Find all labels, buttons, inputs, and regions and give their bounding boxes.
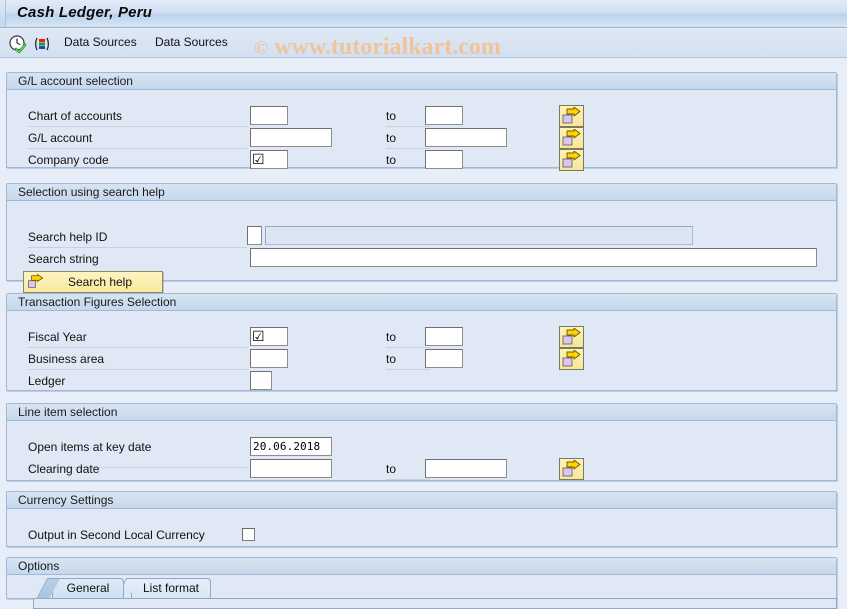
group-options-title: Options [7, 558, 836, 575]
group-currency-settings: Currency Settings Output in Second Local… [6, 491, 837, 547]
input-gl-account-from[interactable] [250, 128, 332, 147]
input-search-help-id[interactable] [247, 226, 262, 245]
group-transaction-figures-selection: Transaction Figures Selection Fiscal Yea… [6, 293, 837, 391]
input-gl-account-to[interactable] [425, 128, 507, 147]
multiple-selection-button-company-code[interactable] [559, 149, 584, 171]
label-clearing-date: Clearing date [28, 462, 100, 476]
group-transaction-figures-selection-body: Fiscal Year ☑ to Business area to Ledger [7, 311, 836, 390]
input-business-area-from[interactable] [250, 349, 288, 368]
input-company-code-to[interactable] [425, 150, 463, 169]
label-to-company-code: to [386, 153, 397, 167]
group-line-item-selection-title: Line item selection [7, 404, 836, 421]
input-search-help-id-description[interactable] [265, 226, 693, 245]
label-fiscal-year: Fiscal Year [28, 330, 87, 344]
label-search-help-id: Search help ID [28, 230, 108, 244]
label-company-code: Company code [28, 153, 109, 167]
row-separator [386, 369, 430, 370]
input-ledger[interactable] [250, 371, 272, 390]
input-fiscal-year-from[interactable]: ☑ [250, 327, 288, 346]
execute-clock-check-icon[interactable] [8, 34, 28, 54]
group-currency-settings-body: Output in Second Local Currency [7, 509, 836, 546]
search-help-button[interactable]: Search help [23, 271, 163, 293]
tab-list-format[interactable]: List format [115, 578, 211, 598]
checked-checkbox-icon: ☑ [252, 328, 265, 344]
title-bar-left-edge [0, 0, 6, 27]
label-to-fiscal-year: to [386, 330, 397, 344]
label-output-in-second-local-currency: Output in Second Local Currency [28, 528, 205, 542]
options-tab-content-panel [33, 598, 837, 609]
multiple-selection-button-gl-account[interactable] [559, 127, 584, 149]
multiple-selection-button-chart-of-accounts[interactable] [559, 105, 584, 127]
group-currency-settings-title: Currency Settings [7, 492, 836, 509]
label-to-gl-account: to [386, 131, 397, 145]
label-to-chart-of-accounts: to [386, 109, 397, 123]
page-title: Cash Ledger, Peru [17, 4, 153, 21]
search-help-button-label: Search help [67, 275, 133, 289]
label-ledger: Ledger [28, 374, 66, 388]
group-options-body: General List format [7, 575, 836, 598]
group-transaction-figures-selection-title: Transaction Figures Selection [7, 294, 836, 311]
input-business-area-to[interactable] [425, 349, 463, 368]
group-search-help-selection: Selection using search help Search help … [6, 183, 837, 293]
options-tabstrip: General List format [7, 575, 838, 598]
group-search-help-selection-body: Search help ID Search string Search help [7, 201, 836, 293]
input-search-string[interactable] [250, 248, 817, 267]
tab-general-label: General [66, 581, 110, 595]
input-company-code-from[interactable]: ☑ [250, 150, 288, 169]
tab-general-left-edge [36, 578, 61, 598]
input-chart-of-accounts-from[interactable] [250, 106, 288, 125]
group-line-item-selection: Line item selection Open items at key da… [6, 403, 837, 481]
group-options: Options General List format [6, 557, 837, 599]
multiple-selection-button-clearing-date[interactable] [559, 458, 584, 480]
variant-bars-icon[interactable] [32, 34, 52, 54]
input-chart-of-accounts-to[interactable] [425, 106, 463, 125]
label-open-items-at-key-date: Open items at key date [28, 440, 152, 454]
group-gl-account-selection-title: G/L account selection [7, 73, 836, 90]
label-gl-account: G/L account [28, 131, 93, 145]
checkbox-output-in-second-local-currency[interactable] [242, 528, 255, 541]
group-gl-account-selection: G/L account selection Chart of accounts … [6, 72, 837, 171]
group-search-help-selection-title: Selection using search help [7, 184, 836, 201]
tab-list-format-label: List format [142, 581, 199, 595]
input-open-items-at-key-date[interactable] [250, 437, 332, 456]
menu-data-sources-1[interactable]: Data Sources [64, 35, 137, 49]
window-title-bar: Cash Ledger, Peru [0, 0, 847, 28]
input-clearing-date-from[interactable] [250, 459, 332, 478]
group-line-item-selection-body: Open items at key date Clearing date to [7, 421, 836, 480]
menu-data-sources-2[interactable]: Data Sources [155, 35, 228, 49]
multiple-selection-button-fiscal-year[interactable] [559, 326, 584, 348]
label-chart-of-accounts: Chart of accounts [28, 109, 123, 123]
label-to-clearing-date: to [386, 462, 397, 476]
group-gl-account-selection-body: Chart of accounts to G/L account to Comp… [7, 90, 836, 171]
label-to-business-area: to [386, 352, 397, 366]
label-business-area: Business area [28, 352, 105, 366]
row-separator [386, 479, 430, 480]
input-clearing-date-to[interactable] [425, 459, 507, 478]
input-fiscal-year-to[interactable] [425, 327, 463, 346]
tab-general[interactable]: General [36, 578, 124, 598]
label-search-string: Search string [28, 252, 99, 266]
multiple-selection-button-business-area[interactable] [559, 348, 584, 370]
checked-checkbox-icon: ☑ [252, 151, 265, 167]
application-toolbar: Data Sources Data Sources [0, 29, 847, 58]
